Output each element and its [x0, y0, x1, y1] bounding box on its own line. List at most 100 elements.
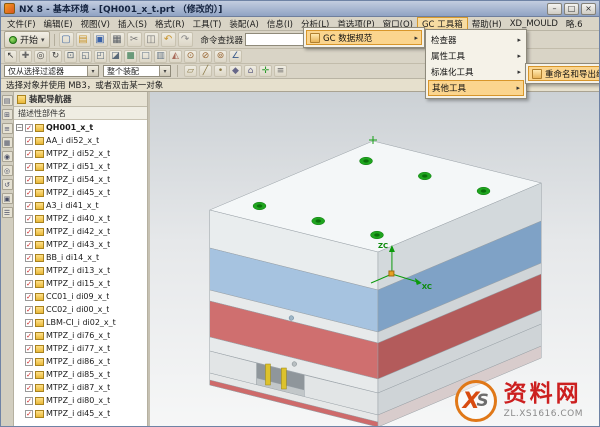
menubar-item[interactable]: 工具(T) — [189, 17, 226, 30]
menubar-item[interactable]: 编辑(E) — [40, 17, 77, 30]
menu-item-rename-export-components[interactable]: 重命名和导出组件 — [528, 66, 599, 81]
menu-item-inspector[interactable]: 检查器 — [428, 32, 524, 48]
edges-view-icon[interactable]: ▥ — [154, 49, 167, 63]
close-button[interactable]: × — [581, 2, 596, 15]
tree-row[interactable]: CC02_i di00_x_t — [14, 303, 147, 316]
tree-row[interactable]: CC01_i di09_x_t — [14, 290, 147, 303]
tree-row[interactable]: MTPZ_i di13_x_t — [14, 264, 147, 277]
measure-icon[interactable]: ∠ — [229, 49, 242, 63]
menu-item-other-tools[interactable]: 其他工具 — [428, 80, 524, 96]
web-browser-tab[interactable]: ◎ — [1, 165, 13, 176]
menu-item-standardization-tools[interactable]: 标准化工具 — [428, 64, 524, 80]
graphics-viewport[interactable]: ZC XC X S 资料网 ZL.XS1616.COM — [150, 92, 599, 427]
constraint-navigator-tab[interactable]: ⊞ — [1, 109, 13, 120]
part-navigator-tab[interactable]: ≡ — [1, 123, 13, 134]
navigator-column-header[interactable]: 描述性部件名 — [14, 107, 147, 120]
menubar-item[interactable]: 信息(I) — [263, 17, 297, 30]
snap-point-icon[interactable]: ⊙ — [184, 49, 197, 63]
tree-row[interactable]: LBM-CI_i di02_x_t — [14, 316, 147, 329]
checkbox-icon[interactable] — [25, 175, 33, 184]
tree-root-row[interactable]: QH001_x_t — [14, 121, 147, 134]
face-filter-icon[interactable]: ▱ — [184, 65, 197, 77]
selection-scope-combo[interactable]: 整个装配 — [103, 65, 171, 77]
checkbox-icon[interactable] — [25, 357, 33, 366]
checkbox-icon[interactable] — [25, 370, 33, 379]
undo-icon[interactable]: ↶ — [160, 32, 176, 47]
checkbox-icon[interactable] — [25, 318, 33, 327]
checkbox-icon[interactable] — [25, 227, 33, 236]
layer-icon[interactable]: ≡ — [274, 65, 287, 77]
print-icon[interactable]: ▦ — [109, 32, 125, 47]
hd3d-tools-tab[interactable]: ◉ — [1, 151, 13, 162]
checkbox-icon[interactable] — [25, 188, 33, 197]
menu-item-gc-data-standard[interactable]: GC 数据规范 — [306, 30, 422, 45]
checkbox-icon[interactable] — [25, 409, 33, 418]
new-file-icon[interactable]: ▢ — [58, 32, 74, 47]
vertex-filter-icon[interactable]: • — [214, 65, 227, 77]
tree-row[interactable]: MTPZ_i di77_x_t — [14, 342, 147, 355]
tree-row[interactable]: MTPZ_i di80_x_t — [14, 394, 147, 407]
checkbox-icon[interactable] — [25, 201, 33, 210]
menubar-item[interactable]: 装配(A) — [225, 17, 262, 30]
menubar-item[interactable]: 略.6 — [562, 17, 587, 30]
menubar-item[interactable]: 视图(V) — [77, 17, 114, 30]
tree-row[interactable]: MTPZ_i di15_x_t — [14, 277, 147, 290]
tree-row[interactable]: MTPZ_i di51_x_t — [14, 160, 147, 173]
start-menu-button[interactable]: 开始 — [4, 31, 50, 48]
redo-icon[interactable]: ↷ — [177, 32, 193, 47]
menubar-item[interactable]: 文件(F) — [3, 17, 40, 30]
checkbox-icon[interactable] — [25, 162, 33, 171]
tree-row[interactable]: BB_i di14_x_t — [14, 251, 147, 264]
tree-row[interactable]: MTPZ_i di87_x_t — [14, 381, 147, 394]
section-view-icon[interactable]: ◭ — [169, 49, 182, 63]
viewport-canvas[interactable]: ZC XC — [150, 92, 599, 427]
snap-mid-icon[interactable]: ⊘ — [199, 49, 212, 63]
checkbox-icon[interactable] — [25, 292, 33, 301]
tree-row[interactable]: MTPZ_i di43_x_t — [14, 238, 147, 251]
checkbox-icon[interactable] — [25, 305, 33, 314]
shaded-view-icon[interactable]: ■ — [124, 49, 137, 63]
cut-icon[interactable]: ✂ — [126, 32, 142, 47]
collapse-icon[interactable] — [16, 124, 23, 131]
tree-row[interactable]: MTPZ_i di45_x_t — [14, 186, 147, 199]
tree-row[interactable]: MTPZ_i di42_x_t — [14, 225, 147, 238]
pan-icon[interactable]: ✚ — [19, 49, 32, 63]
selection-filter-combo[interactable]: 仅从选择过滤器 — [4, 65, 99, 77]
component-filter-icon[interactable]: ⌂ — [244, 65, 257, 77]
tree-row[interactable]: MTPZ_i di54_x_t — [14, 173, 147, 186]
history-tab[interactable]: ↺ — [1, 179, 13, 190]
checkbox-icon[interactable] — [25, 214, 33, 223]
checkbox-icon[interactable] — [25, 136, 33, 145]
open-icon[interactable]: ▤ — [75, 32, 91, 47]
menu-item-property-tools[interactable]: 属性工具 — [428, 48, 524, 64]
menubar-item[interactable]: 插入(S) — [114, 17, 151, 30]
tree-row[interactable]: MTPZ_i di85_x_t — [14, 368, 147, 381]
snap-end-icon[interactable]: ⊚ — [214, 49, 227, 63]
iso-view-icon[interactable]: ◪ — [109, 49, 122, 63]
tree-row[interactable]: MTPZ_i di40_x_t — [14, 212, 147, 225]
command-finder-input[interactable] — [245, 33, 310, 46]
checkbox-icon[interactable] — [25, 149, 33, 158]
checkbox-icon[interactable] — [25, 123, 33, 132]
reuse-library-tab[interactable]: ▦ — [1, 137, 13, 148]
menubar-item[interactable]: 格式(R) — [151, 17, 189, 30]
tree-row[interactable]: AA_i di52_x_t — [14, 134, 147, 147]
wcs-icon[interactable]: ✛ — [259, 65, 272, 77]
checkbox-icon[interactable] — [25, 240, 33, 249]
rotate-icon[interactable]: ↻ — [49, 49, 62, 63]
checkbox-icon[interactable] — [25, 253, 33, 262]
assembly-navigator-tab[interactable]: ▤ — [1, 95, 13, 106]
top-view-icon[interactable]: ◰ — [94, 49, 107, 63]
tree-row[interactable]: MTPZ_i di52_x_t — [14, 147, 147, 160]
maximize-button[interactable]: □ — [564, 2, 579, 15]
system-materials-tab[interactable]: ▣ — [1, 193, 13, 204]
zoom-icon[interactable]: ◎ — [34, 49, 47, 63]
wireframe-view-icon[interactable]: □ — [139, 49, 152, 63]
checkbox-icon[interactable] — [25, 396, 33, 405]
edge-filter-icon[interactable]: ╱ — [199, 65, 212, 77]
checkbox-icon[interactable] — [25, 266, 33, 275]
tree-row[interactable]: MTPZ_i di45_x_t — [14, 407, 147, 420]
fit-view-icon[interactable]: ⊡ — [64, 49, 77, 63]
checkbox-icon[interactable] — [25, 383, 33, 392]
checkbox-icon[interactable] — [25, 279, 33, 288]
